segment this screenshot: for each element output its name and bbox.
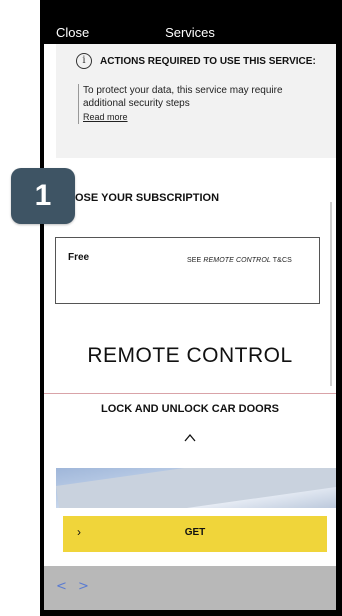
section-divider [44, 393, 336, 394]
get-button-label: GET [184, 527, 206, 538]
terms-prefix: SEE [187, 257, 204, 264]
scrollbar[interactable] [330, 202, 332, 386]
subscription-heading: OSE YOUR SUBSCRIPTION [75, 192, 220, 204]
terms-link[interactable]: SEE REMOTE CONTROL T&CS [187, 257, 292, 264]
notice-body: To protect your data, this service may r… [78, 84, 328, 124]
service-image [56, 468, 336, 508]
chevron-up-icon[interactable] [184, 432, 196, 444]
service-name: REMOTE CONTROL [87, 344, 293, 367]
info-icon: i [76, 53, 92, 69]
security-notice: i ACTIONS REQUIRED TO USE THIS SERVICE: … [56, 44, 336, 158]
app-header: Close Services [44, 22, 336, 44]
terms-suffix: T&CS [270, 257, 292, 264]
terms-service-name: REMOTE CONTROL [203, 257, 271, 264]
get-button[interactable]: › GET [63, 516, 327, 552]
notice-header: i ACTIONS REQUIRED TO USE THIS SERVICE: [76, 53, 316, 69]
notice-heading: ACTIONS REQUIRED TO USE THIS SERVICE: [100, 55, 316, 67]
back-button[interactable]: < [56, 579, 67, 594]
step-badge: 1 [11, 168, 75, 224]
feature-title: LOCK AND UNLOCK CAR DOORS [100, 403, 280, 415]
browser-nav-bar: < > [44, 566, 336, 610]
forward-button[interactable]: > [78, 579, 89, 594]
notice-text: To protect your data, this service may r… [83, 85, 283, 109]
page-title: Services [165, 25, 215, 40]
services-screen: i ACTIONS REQUIRED TO USE THIS SERVICE: … [44, 44, 336, 610]
plan-card-free[interactable]: Free SEE REMOTE CONTROL T&CS [55, 237, 320, 304]
image-detail [56, 468, 336, 508]
read-more-link[interactable]: Read more [83, 111, 328, 124]
plan-name: Free [68, 252, 90, 263]
